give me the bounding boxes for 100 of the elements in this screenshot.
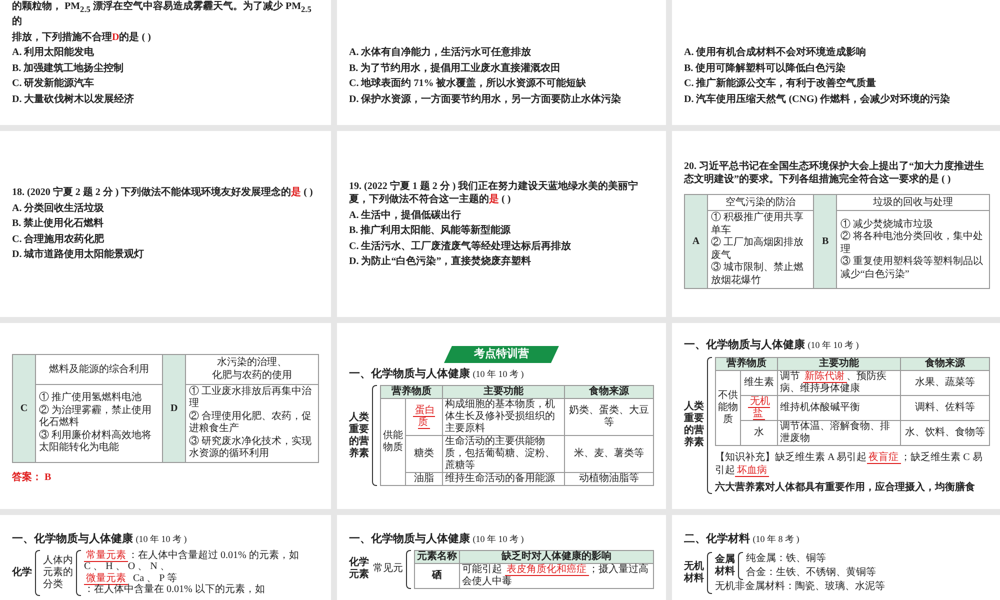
table-cell: 可能引起 表皮角质化和癌症 ；摄入量过高会使人中毒 xyxy=(460,563,654,588)
table-header: 燃料及能源的综合利用 xyxy=(36,354,163,384)
answer-option: B. 禁止使用化石燃料 xyxy=(12,217,319,231)
question-text: 排放，下列措施不合理D的是 ( ) xyxy=(12,30,152,44)
table-cell: 硒 xyxy=(414,563,460,588)
category-label: 人类重要的营养素 xyxy=(349,412,369,460)
category-label: 金属材料 xyxy=(715,554,735,578)
section-heading: 一、化学物质与人体健康 (10 年 10 考 ) xyxy=(349,533,525,546)
answer-option: D. 城市道路使用太阳能景观灯 xyxy=(12,248,319,262)
table-header: 元素名称 xyxy=(414,550,460,564)
table-header: 食物来源 xyxy=(564,386,654,399)
slide-thumbnail[interactable]: 二、化学材料 (10 年 8 考 ) 无机材料 金属材料 纯金属：铁、铜等 合金：生铁、不锈钢、黄铜等 无机非金属材料：陶瓷、玻璃、水泥等 xyxy=(672,515,1000,600)
material-text: 无机非金属材料：陶瓷、玻璃、水泥等 xyxy=(715,580,886,594)
option-letter: D xyxy=(162,354,186,462)
table-cell: 构成细胞的基本物质，机体生长及修补受损组织的主要原料 xyxy=(442,398,564,436)
table-cell: 米、麦、薯类等 xyxy=(564,436,654,473)
answer-option: B. 推广利用太阳能、风能等新型能源 xyxy=(349,224,654,238)
category-label: 人体内元素的分类 xyxy=(43,554,73,591)
material-text: 合金：生铁、不锈钢、黄铜等 xyxy=(746,566,877,580)
table-cell: 维生素 xyxy=(740,370,778,396)
option-letter: A xyxy=(684,194,708,289)
table-cell: 调节体温、溶解食物、排泄废物 xyxy=(778,420,900,446)
table-header: 食物来源 xyxy=(900,357,990,370)
option-letter: B xyxy=(814,194,837,289)
section-banner: 考点特训营 xyxy=(444,346,559,362)
answer-option: B. 为了节约用水，提倡用工业废水直接灌溉农田 xyxy=(349,62,654,75)
table-cell: 糖类 xyxy=(406,436,442,473)
table-cell: 生命活动的主要供能物质，包括葡萄糖、淀粉、蔗糖等 xyxy=(442,436,564,473)
question-text: 18. (2020 宁夏 2 题 2 分 ) 下列做法不能体现环境友好发展理念的是 ( ) xyxy=(12,186,314,200)
table-cell: ① 减少焚烧城市垃圾 ② 将各种电池分类回收，集中处理 ③ 重复使用塑料袋等塑料制品以减少“白色污染” xyxy=(836,210,990,289)
table-cell: 水果、蔬菜等 xyxy=(900,370,990,396)
answer-option: B. 加强建筑工地扬尘控制 xyxy=(12,62,319,75)
table-cell: 维持机体酸碱平衡 xyxy=(778,395,900,420)
category-label: 人类重要的营养素 xyxy=(684,401,704,450)
slide-thumbnail[interactable]: 20. 习近平总书记在全国生态环境保护大会上提出了“加大力度推进生态文明建设”的要求。下列各组措施完全符合这一要求的是 ( ) A 空气污染的防治 B 垃圾的回收与处理 ① 积极推广使用共享单车 ② 工厂加高烟囱排放废气 ③ 城市限制、禁止燃放烟花爆竹 ① 减少焚烧城市垃圾 ② 将各种电池分类回收，集中处理 ③ 重复使用塑料袋等塑料制品以减少“白色污染” xyxy=(672,131,1000,317)
answer-option: A. 生活中，提倡低碳出行 xyxy=(349,208,654,222)
note-text: 【知识补充】缺乏维生素 A 易引起 夜盲症 ；缺乏维生素 C 易引起 坏血病 xyxy=(715,450,984,478)
answer-option: A. 使用有机合成材料不会对环境造成影响 xyxy=(684,46,990,60)
answer-option: C. 研发新能源汽车 xyxy=(12,77,319,90)
table-header: 空气污染的防治 xyxy=(708,194,814,211)
table-header: 营养物质 xyxy=(716,357,778,370)
answer-option: C. 合理施用农药化肥 xyxy=(12,232,319,246)
table-cell: 供能物质 xyxy=(380,398,406,486)
slide-thumbnail[interactable]: 一、化学物质与人体健康 (10 年 10 考 ) 化学 人体内元素的分类 常量元素 ：在人体中含量超过 0.01% 的元素，如 C 、 H 、 O 、 N 、 微量元素 Ca 、 P 等 ：在人体中含量在 0.01% 以下的元素，如 xyxy=(0,515,331,600)
answer-option: D. 汽车使用压缩天然气 (CNG) 作燃料，会减少对环境的污染 xyxy=(684,92,990,106)
question-text: 20. 习近平总书记在全国生态环境保护大会上提出了“加大力度推进生态文明建设”的要求。下列各组措施完全符合这一要求的是 ( ) xyxy=(684,160,985,187)
table-cell: 不供能物质 xyxy=(716,370,740,446)
section-heading: 一、化学物质与人体健康 (10 年 10 考 ) xyxy=(349,366,525,382)
table-header: 主要功能 xyxy=(778,357,900,370)
bracket-icon xyxy=(35,550,40,596)
answer-option: A. 分类回收生活垃圾 xyxy=(12,202,319,216)
table-header: 主要功能 xyxy=(442,386,564,399)
slide-thumbnail[interactable]: 19. (2022 宁夏 1 题 2 分 ) 我们正在努力建设天蓝地绿水美的美丽宁夏，下列做法不符合这一主题的是 ( ) A. 生活中，提倡低碳出行 B. 推广利用太阳能、风能等新型能源 C. 生活污水、工厂废渣废气等经处理达标后再排放 D. 为防止“白色污染”，直接焚烧废弃塑料 xyxy=(337,131,666,317)
table-cell: 调节 新陈代谢 、预防疾病、维持身体健康 xyxy=(778,370,900,396)
table-header: 垃圾的回收与处理 xyxy=(836,194,990,211)
answer-option: C. 地球表面约 71% 被水覆盖，所以水资源不可能短缺 xyxy=(349,77,654,90)
slide-thumbnail[interactable]: 的颗粒物， PM$_{2.5}$ 漂浮在空气中容易造成雾霾天气。为了减少 PM$_{2.5}$ 的 排放，下列措施不合理D的是 ( ) A. 利用太阳能发电 B. 加强建筑工地扬尘控制 C. 研发新能源汽车 D. 大量砍伐树木以发展经济 xyxy=(0,0,331,125)
section-heading: 二、化学材料 (10 年 8 考 ) xyxy=(684,533,800,546)
table-cell: ① 工业废水排放后再集中治理 ② 合理使用化肥、农药，促进粮食生产 ③ 研究废水净化技术，实现水资源的循环利用 xyxy=(186,384,318,462)
table-header: 营养物质 xyxy=(380,386,442,399)
option-letter: C xyxy=(12,354,36,462)
question-text: 19. (2022 宁夏 1 题 2 分 ) 我们正在努力建设天蓝地绿水美的美丽宁夏，下列做法不符合这一主题的是 ( ) xyxy=(349,180,640,206)
answer-option: A. 利用太阳能发电 xyxy=(12,46,319,60)
slide-thumbnail[interactable]: C 燃料及能源的综合利用 D 水污染的治理、 化肥与农药的使用 ① 推广使用氢燃料电池 ② 为治理雾霾，禁止使用化石燃料 ③ 利用廉价材料高效地将太阳能转化为电能 ① 工业废水排放后再集中治理 ② 合理使用化肥、农药，促进粮食生产 ③ 研究废水净化技术，实现水资源的循环利用 答案： B xyxy=(0,323,331,509)
bracket-icon xyxy=(76,550,81,596)
table-cell: 动植物油脂等 xyxy=(564,472,654,486)
answer-option: D. 保护水资源，一方面要节约用水，另一方面要防止水体污染 xyxy=(349,92,654,106)
definition-text: C 、 H 、 O 、 N 、 xyxy=(84,561,171,572)
answer-option: C. 生活污水、工厂废渣废气等经处理达标后再排放 xyxy=(349,240,654,253)
definition-text: 微量元素 Ca 、 P 等 xyxy=(84,572,178,584)
table-cell: 无机盐 xyxy=(740,395,778,420)
table-cell: 水 xyxy=(740,420,778,446)
table-cell: 调料、佐料等 xyxy=(900,395,990,420)
table-header: 水污染的治理、 化肥与农药的使用 xyxy=(186,354,318,384)
slide-thumbnail[interactable]: 18. (2020 宁夏 2 题 2 分 ) 下列做法不能体现环境友好发展理念的是 ( ) A. 分类回收生活垃圾 B. 禁止使用化石燃料 C. 合理施用农药化肥 D. 城市道路使用太阳能景观灯 xyxy=(0,131,331,317)
bracket-icon xyxy=(738,552,743,580)
category-label: 化学 xyxy=(12,566,32,579)
table-cell: 蛋白质 xyxy=(406,398,442,436)
category-label: 无机材料 xyxy=(684,560,704,585)
slide-thumbnail[interactable]: A. 使用有机合成材料不会对环境造成影响 B. 使用可降解塑料可以降低白色污染 C. 推广新能源公交车，有利于改善空气质量 D. 汽车使用压缩天然气 (CNG) 作燃料，会减少对环境的污染 xyxy=(672,0,1000,125)
material-text: 纯金属：铁、铜等 xyxy=(746,552,827,566)
category-label: 常见元 xyxy=(373,563,403,576)
definition-text: 常量元素 ：在人体中含量超过 0.01% 的元素，如 xyxy=(84,550,300,562)
bracket-icon xyxy=(707,552,712,594)
section-heading: 一、化学物质与人体健康 (10 年 10 考 ) xyxy=(684,338,860,353)
table-cell: 水、饮料、食物等 xyxy=(900,420,990,446)
category-label: 化学元素 xyxy=(349,557,369,582)
table-cell: ① 积极推广使用共享单车 ② 工厂加高烟囱排放废气 ③ 城市限制、禁止燃放烟花爆竹 xyxy=(708,210,814,289)
bracket-icon xyxy=(406,550,411,589)
answer-text: 答案： B xyxy=(12,470,52,484)
table-cell: 油脂 xyxy=(406,472,442,486)
answer-option: D. 为防止“白色污染”，直接焚烧废弃塑料 xyxy=(349,255,654,268)
question-text: 的颗粒物， PM$_{2.5}$ 漂浮在空气中容易造成雾霾天气。为了减少 PM$_{2.5}$ 的 xyxy=(12,0,312,28)
bracket-icon xyxy=(707,356,712,494)
answer-option: A. 水体有自净能力，生活污水可任意排放 xyxy=(349,46,654,60)
slide-thumbnail[interactable]: A. 水体有自净能力，生活污水可任意排放 B. 为了节约用水，提倡用工业废水直接灌溉农田 C. 地球表面约 71% 被水覆盖，所以水资源不可能短缺 D. 保护水资源，一方面要节约用水，另一方面要防止水体污染 xyxy=(337,0,666,125)
answer-option: C. 推广新能源公交车，有利于改善空气质量 xyxy=(684,77,990,90)
section-heading: 一、化学物质与人体健康 (10 年 10 考 ) xyxy=(12,533,188,546)
table-header: 缺乏时对人体健康的影响 xyxy=(460,550,654,564)
summary-text: 六大营养素对人体都具有重要作用，应合理摄入，均衡膳食 xyxy=(715,480,976,494)
